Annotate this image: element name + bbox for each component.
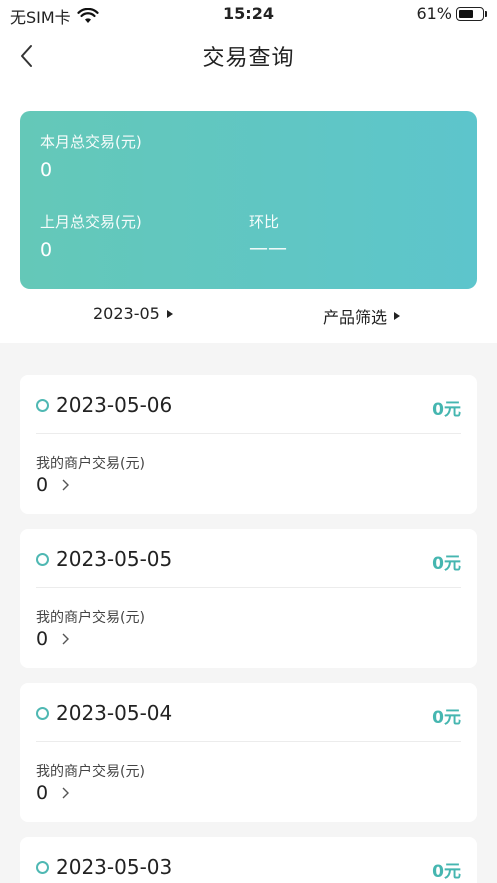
last-month-label: 上月总交易(元) <box>40 213 142 231</box>
chevron-right-icon <box>62 633 70 645</box>
status-bar: 无SIM卡 15:24 61% <box>0 0 497 30</box>
day-date: 2023-05-06 <box>56 393 173 417</box>
nav-bar: 交易查询 <box>0 30 497 82</box>
divider <box>36 587 461 588</box>
circle-dot-icon <box>36 861 49 874</box>
merchant-label: 我的商户交易(元) <box>36 610 145 626</box>
mom-label: 环比 <box>249 213 280 231</box>
triangle-right-icon <box>394 312 401 320</box>
circle-dot-icon <box>36 553 49 566</box>
last-month-value: 0 <box>40 239 53 261</box>
chevron-right-icon <box>62 479 70 491</box>
day-amount: 0元 <box>432 400 461 420</box>
triangle-right-icon <box>166 309 173 318</box>
month-filter[interactable]: 2023-05 <box>93 304 173 323</box>
page-title: 交易查询 <box>202 46 295 71</box>
day-amount: 0元 <box>432 708 461 728</box>
circle-dot-icon <box>36 707 49 720</box>
summary-card: 本月总交易(元) 0 上月总交易(元) 0 环比 —— <box>20 111 477 289</box>
merchant-row[interactable]: 0 <box>36 628 70 650</box>
day-amount: 0元 <box>432 554 461 574</box>
merchant-value: 0 <box>36 474 49 496</box>
day-card: 2023-05-04 0元 我的商户交易(元) 0 <box>20 683 477 822</box>
merchant-value: 0 <box>36 782 49 804</box>
this-month-label: 本月总交易(元) <box>40 133 142 151</box>
divider <box>36 741 461 742</box>
day-date: 2023-05-04 <box>56 701 173 725</box>
merchant-row[interactable]: 0 <box>36 474 70 496</box>
battery-tip <box>485 10 487 17</box>
chevron-right-icon <box>62 787 70 799</box>
day-date: 2023-05-05 <box>56 547 173 571</box>
day-card: 2023-05-03 0元 <box>20 837 477 883</box>
circle-dot-icon <box>36 399 49 412</box>
battery-percent: 61% <box>416 4 452 23</box>
merchant-label: 我的商户交易(元) <box>36 456 145 472</box>
battery-icon <box>456 6 484 21</box>
status-right: 61% <box>416 4 487 23</box>
product-filter[interactable]: 产品筛选 <box>323 304 401 328</box>
day-amount: 0元 <box>432 862 461 882</box>
day-card: 2023-05-05 0元 我的商户交易(元) 0 <box>20 529 477 668</box>
divider <box>36 433 461 434</box>
mom-value: —— <box>249 237 287 259</box>
merchant-label: 我的商户交易(元) <box>36 764 145 780</box>
month-filter-label: 2023-05 <box>93 304 160 323</box>
product-filter-label: 产品筛选 <box>323 308 388 327</box>
merchant-value: 0 <box>36 628 49 650</box>
filter-bar: 2023-05 产品筛选 <box>0 300 497 332</box>
day-card: 2023-05-06 0元 我的商户交易(元) 0 <box>20 375 477 514</box>
merchant-row[interactable]: 0 <box>36 782 70 804</box>
this-month-value: 0 <box>40 159 53 181</box>
day-date: 2023-05-03 <box>56 855 173 879</box>
